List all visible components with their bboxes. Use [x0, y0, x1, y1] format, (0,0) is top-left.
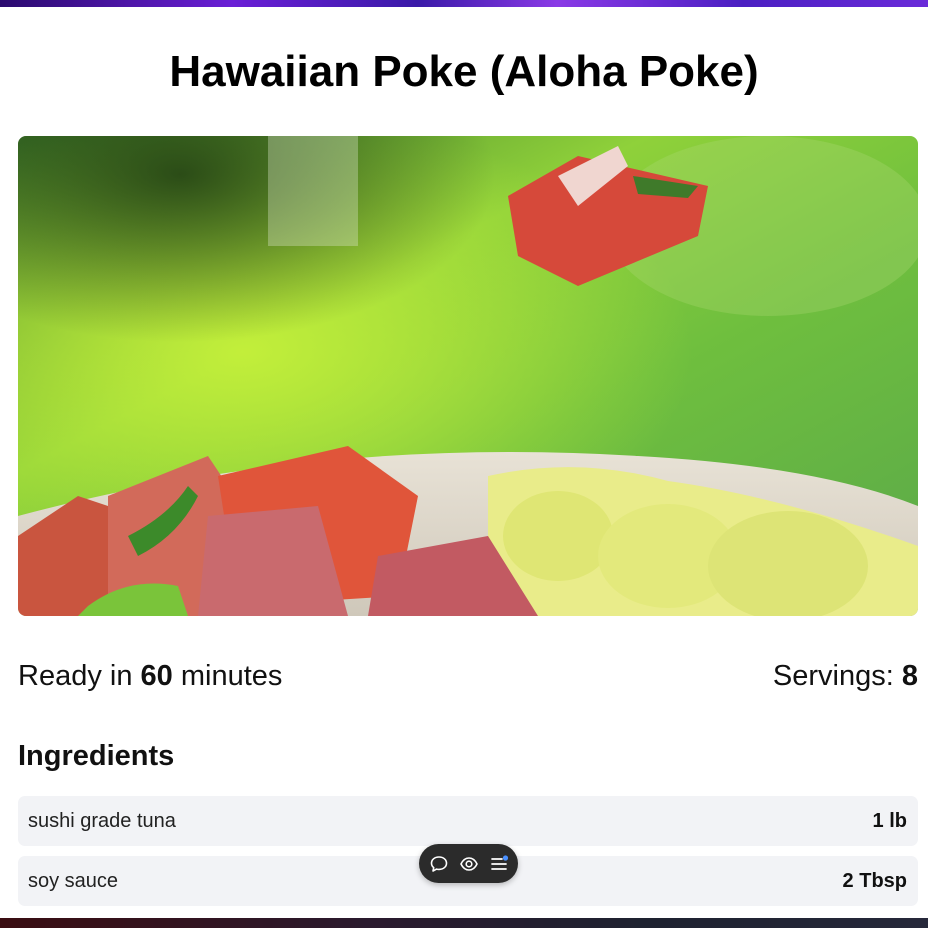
recipe-title: Hawaiian Poke (Aloha Poke) — [169, 47, 759, 96]
ingredient-row: sushi grade tuna 1 lb — [18, 796, 918, 846]
servings-value: 8 — [901, 660, 918, 692]
bottom-banner-strip — [0, 918, 928, 928]
recipe-meta-row: Ready in 60 minutes Servings: 8 — [18, 654, 918, 698]
floating-toolbar — [419, 844, 518, 883]
recipe-photo — [18, 136, 918, 616]
servings-label: Servings: — [772, 660, 902, 692]
ingredient-name: soy sauce — [28, 870, 119, 892]
comment-icon[interactable] — [428, 853, 450, 875]
page: Hawaiian Poke (Aloha Poke) Ready in 60 m… — [0, 0, 928, 928]
ingredient-quantity: 2 Tbsp — [842, 870, 907, 892]
ready-prefix: Ready in — [18, 660, 141, 692]
eye-icon[interactable] — [458, 853, 480, 875]
menu-list-icon[interactable] — [488, 853, 510, 875]
ready-suffix: minutes — [172, 660, 283, 692]
ingredient-quantity: 1 lb — [872, 810, 907, 832]
top-banner-strip — [0, 0, 928, 7]
servings: Servings: 8 — [773, 654, 918, 698]
ingredient-name: sushi grade tuna — [28, 810, 176, 832]
ready-time: Ready in 60 minutes — [18, 654, 282, 698]
ready-minutes: 60 — [140, 660, 173, 692]
ingredients-heading: Ingredients — [18, 740, 175, 772]
